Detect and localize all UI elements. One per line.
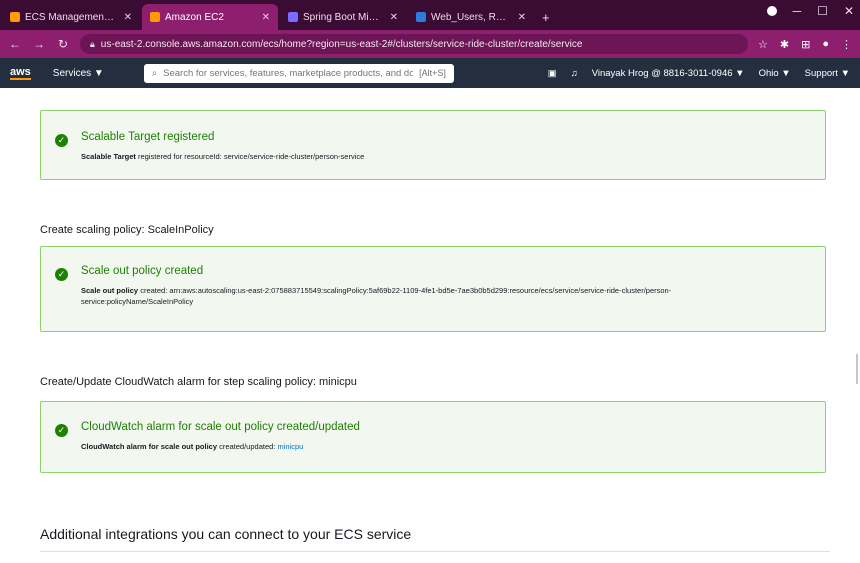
flash-body-bold: CloudWatch alarm for scale out policy [81,442,217,451]
flash-title: Scalable Target registered [81,131,215,143]
scrollbar[interactable] [856,354,858,384]
browser-tab-spring[interactable]: Spring Boot Microservices AWS ✕ [280,4,406,30]
flash-body-text: created: arn:aws:autoscaling:us-east-2:0… [81,286,672,306]
region-menu[interactable]: Ohio ▼ [759,68,791,79]
flash-body-text: created/updated: [217,442,278,451]
search-icon: ⌕ [151,67,158,79]
reload-icon[interactable]: ↻ [56,37,70,51]
back-icon[interactable]: ← [8,37,22,51]
search-input[interactable] [163,67,414,79]
flash-body-bold: Scalable Target [81,152,136,161]
minimize-icon[interactable]: ─ [793,4,802,18]
tab-title: Spring Boot Microservices AWS [303,11,381,23]
aws-favicon-icon [150,12,160,22]
menu-kebab-icon[interactable]: ⋮ [841,38,852,51]
forward-icon[interactable]: → [32,37,46,51]
flash-body: Scalable Target registered for resourceI… [81,151,715,162]
support-menu[interactable]: Support ▼ [805,68,850,79]
aws-favicon-icon [10,12,20,22]
flash-cloudwatch-alarm: ✓ CloudWatch alarm for scale out policy … [40,401,826,473]
main-content: ✓ Scalable Target registered Scalable Ta… [0,88,860,563]
flash-body-bold: Scale out policy [81,286,139,295]
search-box[interactable]: ⌕ [Alt+S] [143,63,454,83]
browser-tab-strip: ECS Management Console ✕ Amazon EC2 ✕ Sp… [0,0,860,30]
section-title-cloudwatch-alarm: Create/Update CloudWatch alarm for step … [40,376,357,388]
spring-favicon-icon [288,12,298,22]
flash-title: CloudWatch alarm for scale out policy cr… [81,421,360,433]
window-controls: ─ ☐ ✕ [766,4,854,18]
notifications-bell-icon[interactable]: ♫ [571,68,578,79]
profile-avatar-icon[interactable]: ● [822,38,829,51]
additional-integrations-title: Additional integrations you can connect … [40,526,412,542]
tab-title: Amazon EC2 [165,11,224,23]
close-icon[interactable]: ✕ [262,12,270,23]
search-shortcut: [Alt+S] [419,68,446,78]
tab-title: ECS Management Console [25,11,115,23]
window-close-icon[interactable]: ✕ [844,4,854,18]
flash-body: CloudWatch alarm for scale out policy cr… [81,441,715,452]
maximize-icon[interactable]: ☐ [817,4,828,18]
aws-header-right: ▣ ♫ Vinayak Hrog @ 8816-3011-0946 ▼ Ohio… [548,68,850,79]
extensions-puzzle-icon[interactable]: ⊞ [801,38,810,51]
account-menu[interactable]: Vinayak Hrog @ 8816-3011-0946 ▼ [592,68,745,79]
profile-icon[interactable] [766,6,777,16]
new-tab-icon[interactable]: + [534,4,558,30]
tab-title: Web_Users, Rotate (Contro [431,11,509,23]
url-text: us-east-2.console.aws.amazon.com/ecs/hom… [100,38,583,50]
success-check-icon: ✓ [55,424,68,437]
lock-icon: 🔒︎ [90,38,95,49]
close-icon[interactable]: ✕ [124,12,132,23]
bookmark-icon[interactable]: ☆ [758,38,768,51]
services-menu-button[interactable]: Services ▼ [53,68,104,79]
cloudshell-icon[interactable]: ▣ [548,68,557,79]
aws-logo[interactable]: aws [10,66,31,80]
flash-scalable-target: ✓ Scalable Target registered Scalable Ta… [40,110,826,180]
section-title-scaling-policy: Create scaling policy: ScaleInPolicy [40,224,214,236]
browser-tab-ecs[interactable]: ECS Management Console ✕ [2,4,140,30]
url-input[interactable]: 🔒︎ us-east-2.console.aws.amazon.com/ecs/… [80,34,749,54]
browser-tab-ec2[interactable]: Amazon EC2 ✕ [142,4,278,30]
close-icon[interactable]: ✕ [390,12,398,23]
alarm-link[interactable]: minicpu [277,442,303,451]
browser-tab-web-users[interactable]: Web_Users, Rotate (Contro ✕ [408,4,534,30]
browser-actions: ☆ ✱ ⊞ ● ⋮ [758,38,852,51]
success-check-icon: ✓ [55,268,68,281]
flash-body: Scale out policy created: arn:aws:autosc… [81,285,715,307]
flash-scale-out-policy: ✓ Scale out policy created Scale out pol… [40,246,826,332]
browser-address-bar: ← → ↻ 🔒︎ us-east-2.console.aws.amazon.co… [0,30,860,58]
flash-body-text: registered for resourceId: service/servi… [135,152,365,161]
extension-icon[interactable]: ✱ [780,38,789,51]
site-favicon-icon [416,12,426,22]
success-check-icon: ✓ [55,134,68,147]
flash-title: Scale out policy created [81,265,204,277]
close-icon[interactable]: ✕ [518,12,526,23]
aws-console-header: aws Services ▼ ⌕ [Alt+S] ▣ ♫ Vinayak Hro… [0,58,860,88]
divider [40,551,830,552]
